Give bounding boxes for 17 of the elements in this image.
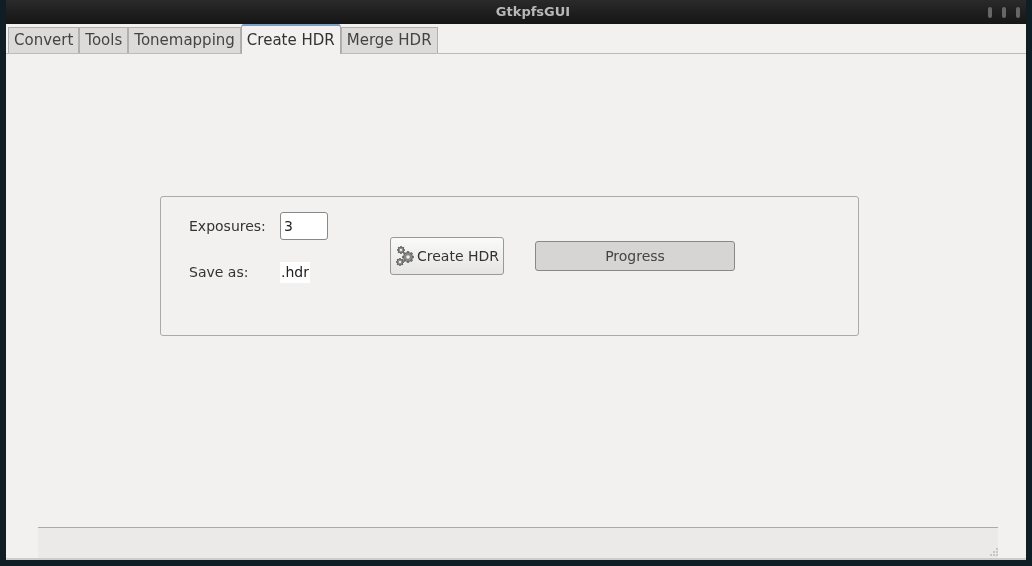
tab[interactable]: Merge HDR	[340, 27, 438, 53]
minimize-button[interactable]	[988, 6, 992, 18]
maximize-button[interactable]	[1002, 6, 1006, 18]
tab[interactable]: Create HDR	[240, 24, 341, 54]
save-as-label: Save as:	[189, 263, 250, 282]
tab[interactable]: Tonemapping	[128, 27, 241, 53]
exposures-label: Exposures:	[189, 216, 267, 236]
window-title: GtkpfsGUI	[495, 3, 571, 22]
progress-text: Progress	[605, 246, 665, 266]
close-button[interactable]	[1016, 6, 1020, 18]
tab[interactable]: Convert	[8, 27, 80, 53]
create-hdr-button[interactable]: Create HDR	[390, 237, 504, 275]
file-extension: .hdr	[280, 262, 310, 283]
gears-icon	[395, 245, 417, 267]
tab[interactable]: Tools	[79, 27, 129, 53]
resize-grip-icon	[988, 546, 998, 556]
exposures-field[interactable]: 3	[280, 212, 328, 240]
